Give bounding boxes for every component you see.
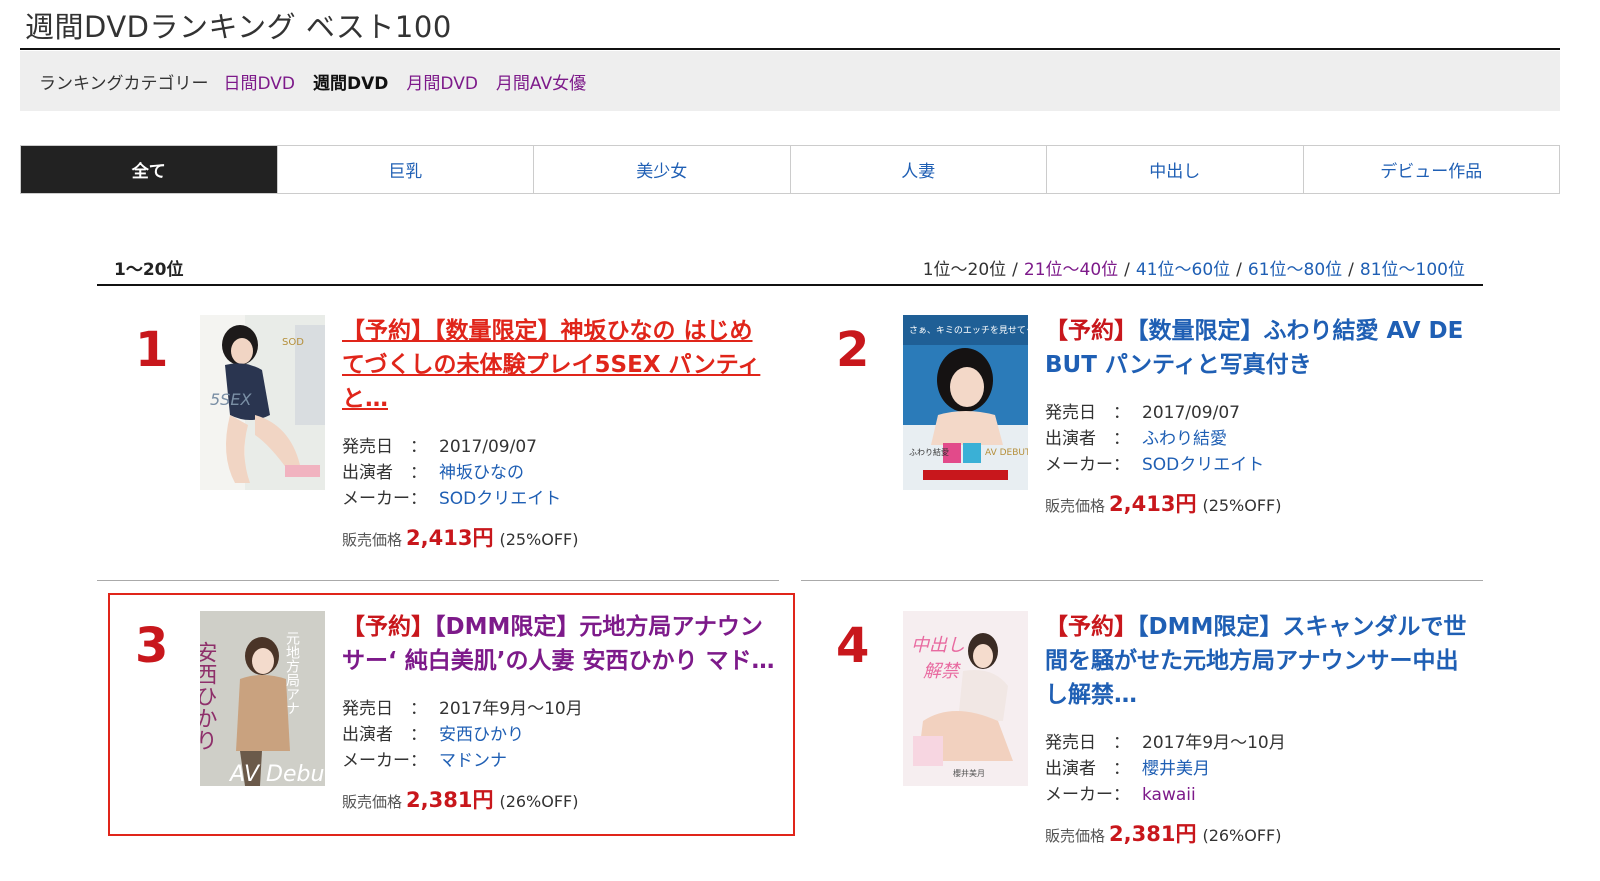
release-date: 2017/09/07 [1142, 403, 1240, 423]
performer-link[interactable]: 神坂ひなの [439, 463, 524, 483]
tab-debut[interactable]: デビュー作品 [1302, 146, 1560, 193]
rank-number: 3 [135, 618, 169, 674]
discount: (26%OFF) [499, 792, 579, 811]
product-title-link[interactable]: 【予約】【数量限定】ふわり結愛 AV DE BUT パンティと写真付き [1045, 314, 1485, 382]
svg-text:5SEX: 5SEX [210, 390, 252, 409]
rank-pager: 1位〜20位/21位〜40位/41位〜60位/61位〜80位/81位〜100位 [922, 260, 1465, 280]
rank-number: 2 [836, 322, 870, 378]
pager-link-41-60[interactable]: 41位〜60位 [1136, 260, 1230, 280]
svg-text:安西ひかり: 安西ひかり [200, 641, 217, 751]
maker-link[interactable]: マドンナ [439, 751, 507, 771]
product-price: 販売価格 2,381円 (26%OFF) [1045, 822, 1282, 846]
category-monthly-actress[interactable]: 月間AV女優 [496, 69, 586, 94]
discount: (26%OFF) [1202, 826, 1282, 845]
release-date: 2017年9月〜10月 [439, 699, 583, 719]
maker-link[interactable]: SODクリエイト [1142, 455, 1264, 475]
category-weekly-dvd: 週間DVD [313, 73, 389, 94]
discount: (25%OFF) [1202, 496, 1282, 515]
tab-all[interactable]: 全て [21, 146, 277, 193]
performer-link[interactable]: 安西ひかり [439, 725, 524, 745]
svg-text:ふわり結愛: ふわり結愛 [909, 447, 949, 457]
product-title-link[interactable]: 【予約】【数量限定】神坂ひなの はじめ てづくしの未体験プレイ5SEX パンティ… [342, 314, 772, 416]
product-price: 販売価格 2,413円 (25%OFF) [342, 526, 579, 550]
svg-text:AV Debut: AV Debut [228, 762, 325, 786]
ranking-category-bar: ランキングカテゴリー 日間DVD 週間DVD 月間DVD 月間AV女優 [20, 51, 1560, 111]
product-price: 販売価格 2,381円 (26%OFF) [342, 788, 579, 812]
rank-number: 4 [836, 618, 870, 674]
product-thumbnail[interactable]: 安西ひかり 元地方局アナ AV Debut [200, 611, 325, 786]
product-meta: 発売日： 2017年9月〜10月 出演者：櫻井美月 メーカー： kawaii [1045, 733, 1286, 805]
product-title-link[interactable]: 【予約】【DMM限定】スキャンダルで世 間を騒がせた元地方局アナウンサー中出 し… [1045, 610, 1485, 712]
range-label: 1〜20位 [114, 260, 184, 280]
pager-link-81-100[interactable]: 81位〜100位 [1360, 260, 1465, 280]
product-title-link[interactable]: 【予約】【DMM限定】元地方局アナウン サー‘ 純白美肌’の人妻 安西ひかり マ… [342, 610, 782, 678]
maker-link[interactable]: kawaii [1142, 785, 1196, 805]
price-amount: 2,381円 [406, 788, 494, 812]
tab-creampie[interactable]: 中出し [1046, 146, 1303, 193]
category-daily-dvd[interactable]: 日間DVD [224, 69, 296, 94]
page-title: 週間DVDランキング ベスト100 [25, 10, 452, 44]
release-date: 2017年9月〜10月 [1142, 733, 1286, 753]
release-date: 2017/09/07 [439, 437, 537, 457]
category-monthly-dvd[interactable]: 月間DVD [406, 69, 478, 94]
tab-big-breasts[interactable]: 巨乳 [276, 146, 534, 193]
product-meta: 発売日： 2017年9月〜10月 出演者：安西ひかり メーカー： マドンナ [342, 699, 583, 771]
price-amount: 2,381円 [1109, 822, 1197, 846]
product-price: 販売価格 2,413円 (25%OFF) [1045, 492, 1282, 516]
product-thumbnail[interactable]: 5SEX SOD [200, 315, 325, 490]
svg-text:櫻井美月: 櫻井美月 [953, 768, 985, 778]
category-label: ランキングカテゴリー [39, 73, 209, 94]
row-divider [97, 580, 779, 581]
maker-link[interactable]: SODクリエイト [439, 489, 561, 509]
svg-text:AV DEBUT: AV DEBUT [985, 448, 1028, 458]
row-divider [801, 580, 1483, 581]
tab-married-woman[interactable]: 人妻 [789, 146, 1047, 193]
genre-tabs: 全て 巨乳 美少女 人妻 中出し デビュー作品 [20, 145, 1560, 194]
svg-text:SOD: SOD [282, 337, 304, 348]
rank-number: 1 [135, 322, 169, 378]
pager-link-61-80[interactable]: 61位〜80位 [1248, 260, 1342, 280]
svg-text:解禁: 解禁 [923, 661, 961, 682]
discount: (25%OFF) [499, 530, 579, 549]
svg-text:中出し: 中出し [911, 635, 965, 656]
pager-current: 1位〜20位 [922, 260, 1007, 280]
performer-link[interactable]: 櫻井美月 [1142, 759, 1210, 779]
pager-link-21-40[interactable]: 21位〜40位 [1024, 260, 1118, 280]
title-divider [20, 48, 1560, 50]
price-amount: 2,413円 [1109, 492, 1197, 516]
price-amount: 2,413円 [406, 526, 494, 550]
product-meta: 発売日： 2017/09/07 出演者：神坂ひなの メーカー： SODクリエイト [342, 437, 562, 509]
list-divider [97, 284, 1483, 286]
product-meta: 発売日： 2017/09/07 出演者：ふわり結愛 メーカー： SODクリエイト [1045, 403, 1265, 475]
svg-text:さぁ、キミのエッチを見せてくれ!: さぁ、キミのエッチを見せてくれ! [909, 325, 1028, 336]
product-thumbnail[interactable]: さぁ、キミのエッチを見せてくれ! AV DEBUT ふわり結愛 [903, 315, 1028, 490]
performer-link[interactable]: ふわり結愛 [1142, 429, 1227, 449]
product-thumbnail[interactable]: 中出し 解禁 櫻井美月 [903, 611, 1028, 786]
tab-beautiful-girl[interactable]: 美少女 [533, 146, 790, 193]
